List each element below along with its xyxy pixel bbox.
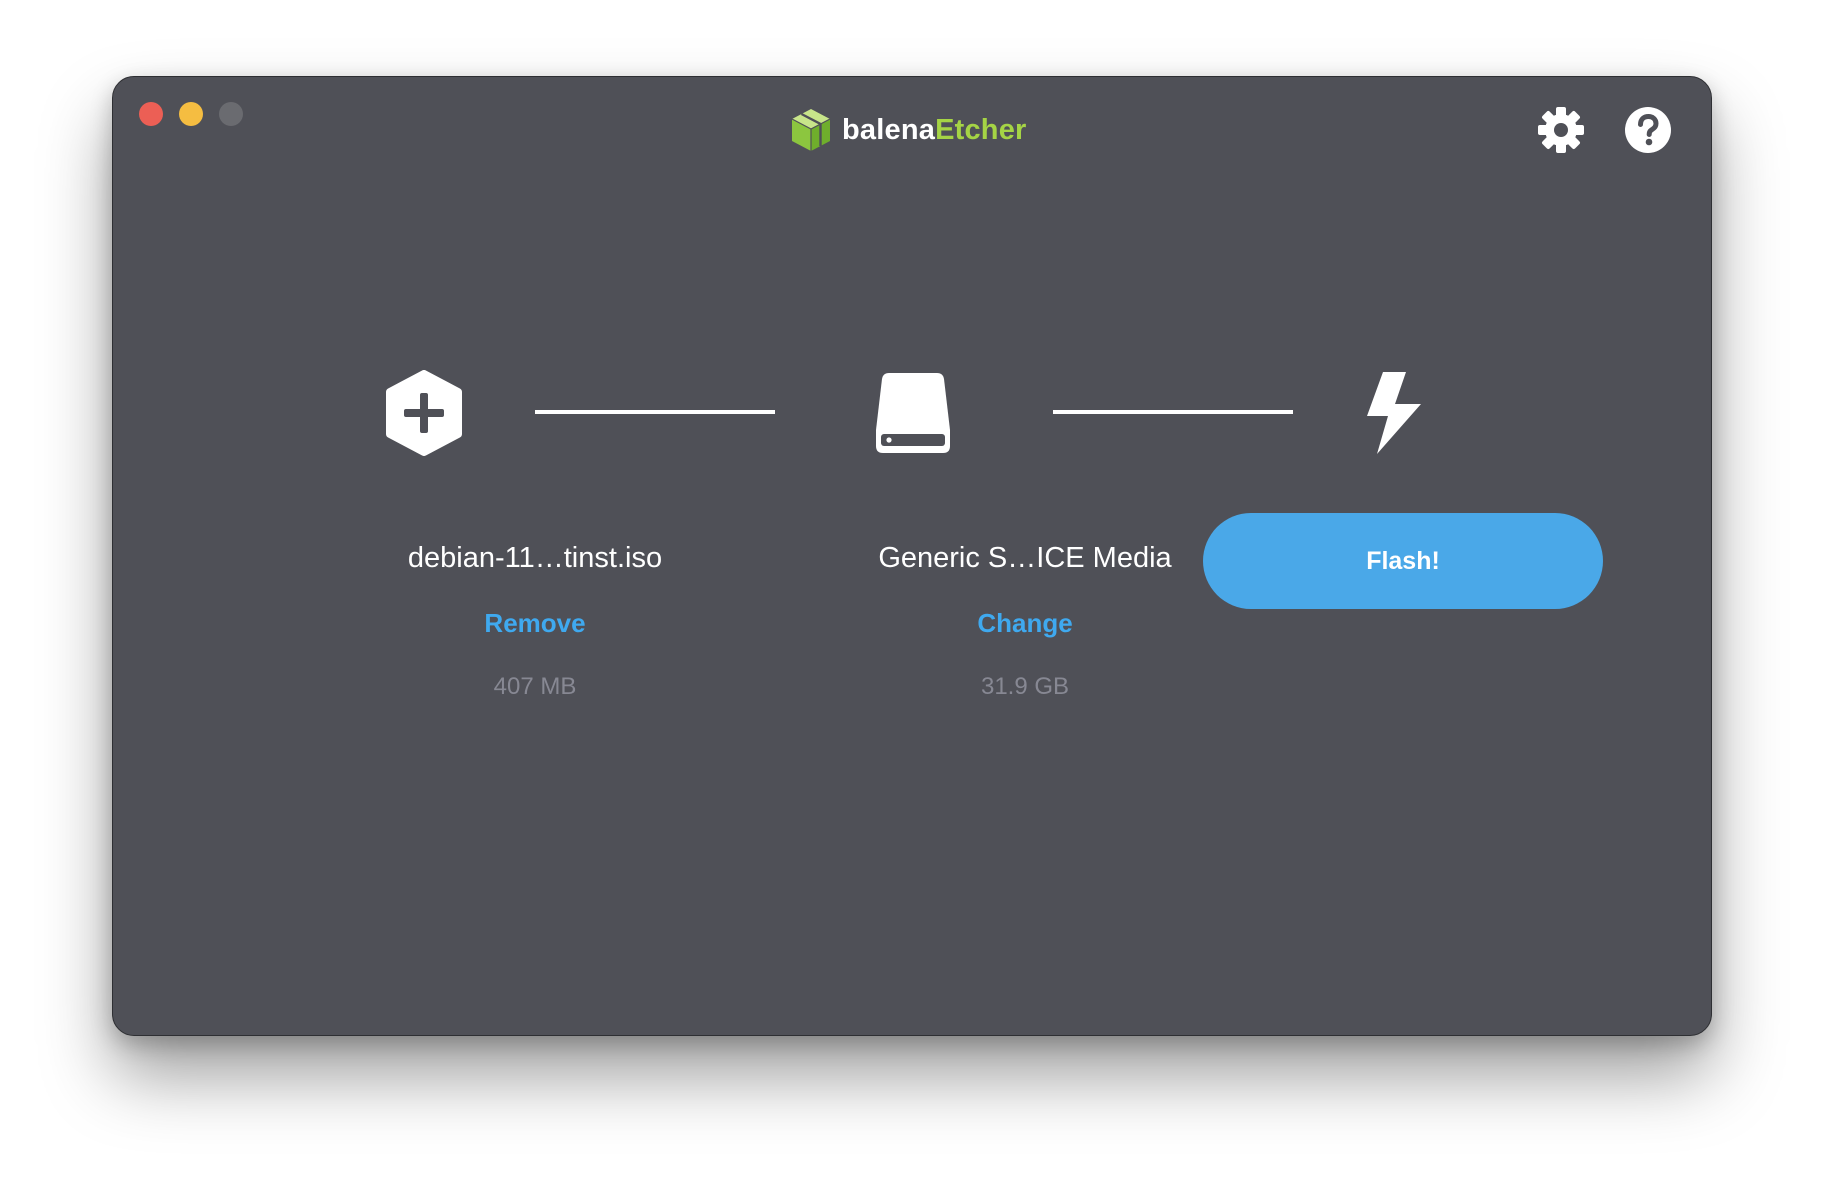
- balena-cube-icon: [791, 109, 831, 151]
- select-drive-icon[interactable]: [873, 370, 953, 461]
- gear-icon: [1538, 107, 1584, 153]
- app-title-suffix: Etcher: [935, 113, 1027, 146]
- image-size: 407 MB: [493, 673, 577, 700]
- window-maximize-button[interactable]: [219, 102, 243, 126]
- app-window: balenaEtcher debian-11…tinst.iso Remove …: [112, 76, 1712, 1036]
- app-title-prefix: balena: [842, 113, 936, 146]
- window-close-button[interactable]: [139, 102, 163, 126]
- drive-size: 31.9 GB: [980, 673, 1070, 700]
- app-logo: balenaEtcher: [790, 107, 1027, 153]
- step-connector: [1053, 410, 1293, 414]
- change-drive-link[interactable]: Change: [805, 608, 1245, 639]
- hexagon-plus-icon: [386, 370, 462, 456]
- question-circle-icon: [1625, 107, 1671, 153]
- app-title: balenaEtcher: [842, 114, 1027, 147]
- select-image-icon[interactable]: [383, 370, 465, 461]
- drive-icon: [876, 373, 950, 453]
- flash-step-icon: [1361, 370, 1427, 461]
- lightning-bolt-icon: [1367, 372, 1421, 454]
- flash-button[interactable]: Flash!: [1203, 513, 1603, 609]
- image-name: debian-11…tinst.iso: [407, 542, 663, 574]
- drive-name: Generic S…ICE Media: [878, 542, 1172, 574]
- step-connector: [535, 410, 775, 414]
- window-minimize-button[interactable]: [179, 102, 203, 126]
- help-button[interactable]: [1623, 105, 1673, 155]
- remove-image-link[interactable]: Remove: [315, 608, 755, 639]
- settings-button[interactable]: [1536, 105, 1586, 155]
